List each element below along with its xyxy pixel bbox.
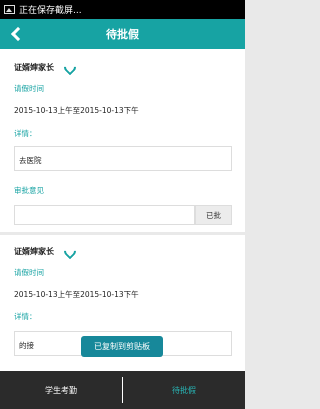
requester-name: 证婿婶家长	[14, 62, 54, 72]
bottom-tab-bar: 学生考勤 待批假	[0, 371, 245, 409]
back-icon[interactable]	[6, 24, 26, 44]
leave-time-label: 请假时间	[14, 84, 44, 93]
leave-time-value: 2015-10-13上午至2015-10-13下午	[14, 106, 139, 115]
tab-student-attendance[interactable]: 学生考勤	[0, 371, 122, 409]
screenshot-icon	[4, 5, 15, 14]
leave-time-label: 请假时间	[14, 268, 44, 277]
status-notification-text: 正在保存截屏...	[19, 6, 82, 16]
status-bar: 正在保存截屏...	[0, 0, 245, 19]
detail-label: 详情：	[14, 129, 37, 138]
detail-label: 详情：	[14, 312, 37, 321]
leave-time-value: 2015-10-13上午至2015-10-13下午	[14, 290, 139, 299]
requester-name: 证婿婶家长	[14, 246, 54, 256]
page-title: 待批假	[106, 28, 139, 41]
approve-button[interactable]: 已批	[195, 205, 232, 225]
phone-icon[interactable]	[61, 242, 79, 260]
phone-icon[interactable]	[61, 58, 79, 76]
toast-message: 已复制到剪贴板	[81, 336, 163, 357]
leave-request-list[interactable]: 证婿婶家长 请假时间 2015-10-13上午至2015-10-13下午 详情：…	[0, 49, 245, 371]
detail-field: 去医院	[14, 146, 232, 171]
leave-request-card: 证婿婶家长 请假时间 2015-10-13上午至2015-10-13下午 详情：…	[0, 49, 245, 232]
opinion-input[interactable]	[14, 205, 195, 225]
requester-row: 证婿婶家长	[14, 58, 79, 76]
tab-pending-leave[interactable]: 待批假	[123, 371, 245, 409]
opinion-label: 审批意见	[14, 186, 44, 195]
requester-row: 证婿婶家长	[14, 242, 79, 260]
title-bar: 待批假	[0, 19, 245, 49]
